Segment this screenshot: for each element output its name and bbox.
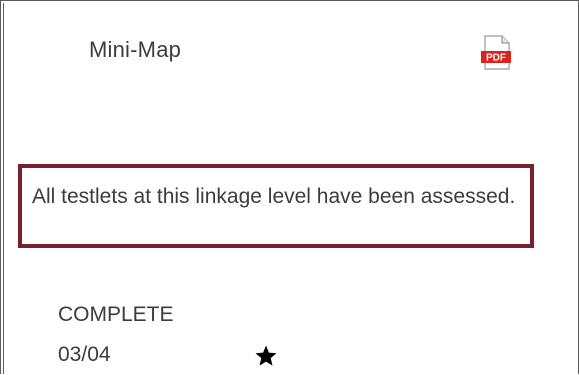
star-icon	[254, 344, 278, 368]
status-message: All testlets at this linkage level have …	[32, 185, 516, 208]
linkage-level-panel: Mini-Map PDF All testlets at this linkag…	[0, 0, 579, 374]
mini-map-title[interactable]: Mini-Map	[89, 37, 181, 63]
completion-status-label: COMPLETE	[58, 303, 174, 326]
pdf-icon-label: PDF	[486, 53, 506, 64]
testlet-score: 03/04	[58, 343, 111, 366]
status-message-box: All testlets at this linkage level have …	[18, 164, 534, 248]
panel-left-border	[3, 3, 4, 374]
pdf-file-icon[interactable]: PDF	[478, 34, 514, 72]
